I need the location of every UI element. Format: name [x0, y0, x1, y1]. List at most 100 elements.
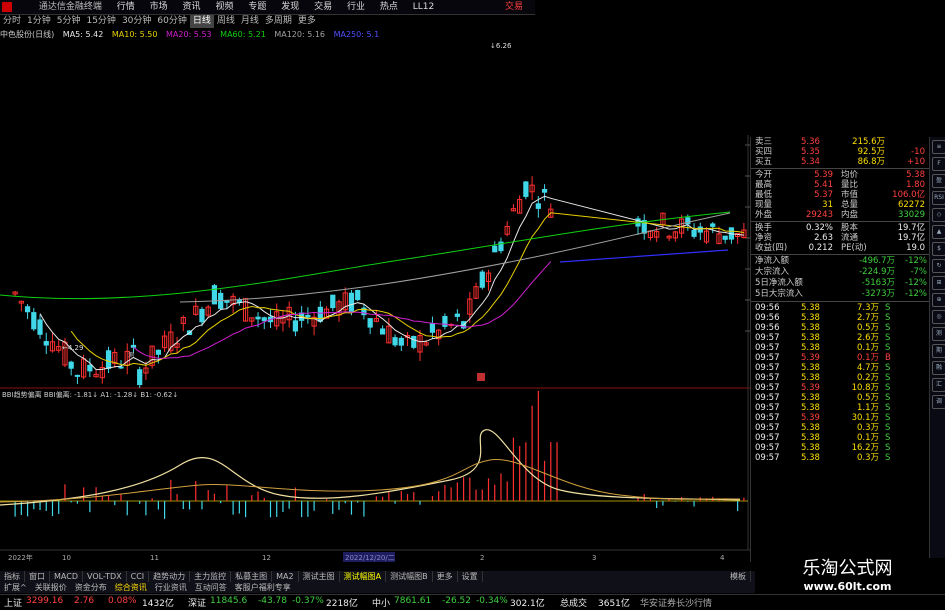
tick-side: S — [885, 323, 891, 333]
period-tab[interactable]: 周线 — [214, 15, 238, 28]
period-tab[interactable]: 日线 — [189, 15, 214, 28]
index-name: 中小 — [372, 599, 391, 609]
indicator-tab[interactable]: MA2 — [272, 571, 299, 582]
stat-label: 市值 — [841, 190, 859, 200]
divider — [751, 301, 929, 302]
indicator-tab[interactable]: CCI — [127, 571, 150, 582]
side-tool-icon[interactable]: F — [932, 157, 945, 171]
menu-item-market[interactable]: 市场 — [150, 0, 168, 14]
indicator-tab[interactable]: MACD — [50, 571, 83, 582]
template-tab[interactable]: 模板 — [726, 571, 751, 582]
candle-body — [261, 317, 267, 322]
stat-label: 内盘 — [841, 210, 859, 220]
candle-body — [155, 349, 161, 355]
period-tab[interactable]: 多周期 — [262, 15, 295, 28]
side-tool-icon[interactable]: 调 — [932, 395, 945, 409]
indicator-tab[interactable]: 测试幅图A — [340, 571, 387, 582]
indicator-tab[interactable]: 测试主图 — [299, 571, 340, 582]
candle — [130, 338, 137, 354]
flow-value: -5163万 — [861, 278, 895, 288]
period-tab[interactable]: 60分钟 — [154, 15, 189, 28]
tick-price: 5.38 — [801, 423, 820, 433]
period-tab[interactable]: 5分钟 — [54, 15, 84, 28]
menu-item-trade-right[interactable]: 交易 — [505, 0, 523, 14]
flow-row: 5日大宗流入 -3273万 -12% — [751, 289, 929, 300]
indicator-tab[interactable]: VOL-TDX — [83, 571, 127, 582]
ask-change: +10 — [907, 157, 925, 167]
tick-row: 09:56 5.38 2.7万 S — [751, 313, 929, 323]
side-tool-icon[interactable]: ↻ — [932, 259, 945, 273]
stat-value: 19.7亿 — [897, 223, 925, 233]
period-tab[interactable]: 15分钟 — [83, 15, 118, 28]
menu-item-ll12[interactable]: LL12 — [413, 0, 434, 14]
candle — [529, 176, 535, 200]
menu-item-news[interactable]: 资讯 — [183, 0, 201, 14]
tick-volume: 10.8万 — [851, 383, 879, 393]
info-tab[interactable]: 综合资讯 — [111, 582, 151, 593]
indicator-tab[interactable]: 更多 — [433, 571, 458, 582]
menu-item-topics[interactable]: 专题 — [248, 0, 266, 14]
period-tab[interactable]: 30分钟 — [119, 15, 154, 28]
menu-item-industry[interactable]: 行业 — [347, 0, 365, 14]
date-label: 4 — [720, 554, 725, 562]
candle — [87, 358, 93, 377]
menu-item-trade[interactable]: 交易 — [314, 0, 332, 14]
menu-item-video[interactable]: 视频 — [215, 0, 233, 14]
tick-time: 09:57 — [755, 423, 780, 433]
side-tool-icon[interactable]: ⊕ — [932, 293, 945, 307]
side-tool-icon[interactable]: ◇ — [932, 208, 945, 222]
menu-item-discover[interactable]: 发现 — [281, 0, 299, 14]
side-tool-icon[interactable]: ◎ — [932, 310, 945, 324]
indicator-tab[interactable]: 测试幅图B — [386, 571, 433, 582]
side-tool-icon[interactable]: ▲ — [932, 225, 945, 239]
side-tool-icon[interactable]: $ — [932, 242, 945, 256]
info-tab[interactable]: 互动问答 — [191, 582, 231, 593]
period-tab[interactable]: 分时 — [0, 15, 24, 28]
side-tool-icon[interactable]: 汇 — [932, 378, 945, 392]
ask-price: 5.34 — [801, 157, 820, 167]
period-tab[interactable]: 月线 — [238, 15, 262, 28]
side-tool-icon[interactable]: RSI — [932, 191, 945, 205]
side-tool-icon[interactable]: 盈 — [932, 174, 945, 188]
stat-label: 股本 — [841, 223, 859, 233]
tick-row: 09:57 5.39 30.1万 S — [751, 413, 929, 423]
tick-side: S — [885, 453, 891, 463]
period-tab[interactable]: 更多 — [295, 15, 319, 28]
candle — [49, 332, 56, 353]
kline-chart[interactable]: 5.605.405.205.004.804.604.402022年1011122… — [0, 40, 750, 570]
side-tool-icon[interactable]: ⊞ — [932, 276, 945, 290]
index-change: -26.52 — [442, 596, 472, 606]
info-tab[interactable]: 关联报价 — [31, 582, 71, 593]
candle — [330, 294, 336, 312]
side-tool-icon[interactable]: 融 — [932, 361, 945, 375]
indicator-tab[interactable]: 设置 — [458, 571, 483, 582]
side-tool-icon[interactable]: 期 — [932, 344, 945, 358]
indicator-tab[interactable]: 指标 — [0, 571, 25, 582]
indicator-tab[interactable]: 私募主图 — [231, 571, 273, 582]
buy-marker: 测 — [128, 351, 134, 359]
menu-item-quotes[interactable]: 行情 — [117, 0, 135, 14]
side-tool-icon[interactable]: ≡ — [932, 140, 945, 154]
total-value: 3651亿 — [598, 599, 630, 609]
info-tab[interactable]: 行业资讯 — [151, 582, 191, 593]
info-tab[interactable]: 资金分布 — [71, 582, 111, 593]
ask-volume: 92.5万 — [857, 147, 885, 157]
candle — [99, 361, 105, 384]
flow-pct: -12% — [905, 278, 927, 288]
candle — [161, 330, 168, 353]
flow-label: 净流入额 — [755, 256, 790, 266]
info-tab[interactable]: 客服户福利专享 — [231, 582, 295, 593]
menu-item-hotspot[interactable]: 热点 — [380, 0, 398, 14]
candle — [93, 370, 99, 378]
info-tab[interactable]: 扩展^ — [0, 582, 31, 593]
candle-body — [380, 328, 386, 335]
indicator-tab[interactable]: 趋势动力 — [149, 571, 191, 582]
stat-row: 换手 0.32% 股本 19.7亿 — [751, 223, 929, 233]
candle — [498, 237, 504, 254]
indicator-tab[interactable]: 主力监控 — [190, 571, 232, 582]
indicator-tab[interactable]: 窗口 — [25, 571, 50, 582]
side-tool-icon[interactable]: 测 — [932, 327, 945, 341]
stat-row: 最高 5.41 量比 1.80 — [751, 180, 929, 190]
period-tab[interactable]: 1分钟 — [24, 15, 54, 28]
stock-name: 中色股份(日线) — [0, 30, 55, 39]
